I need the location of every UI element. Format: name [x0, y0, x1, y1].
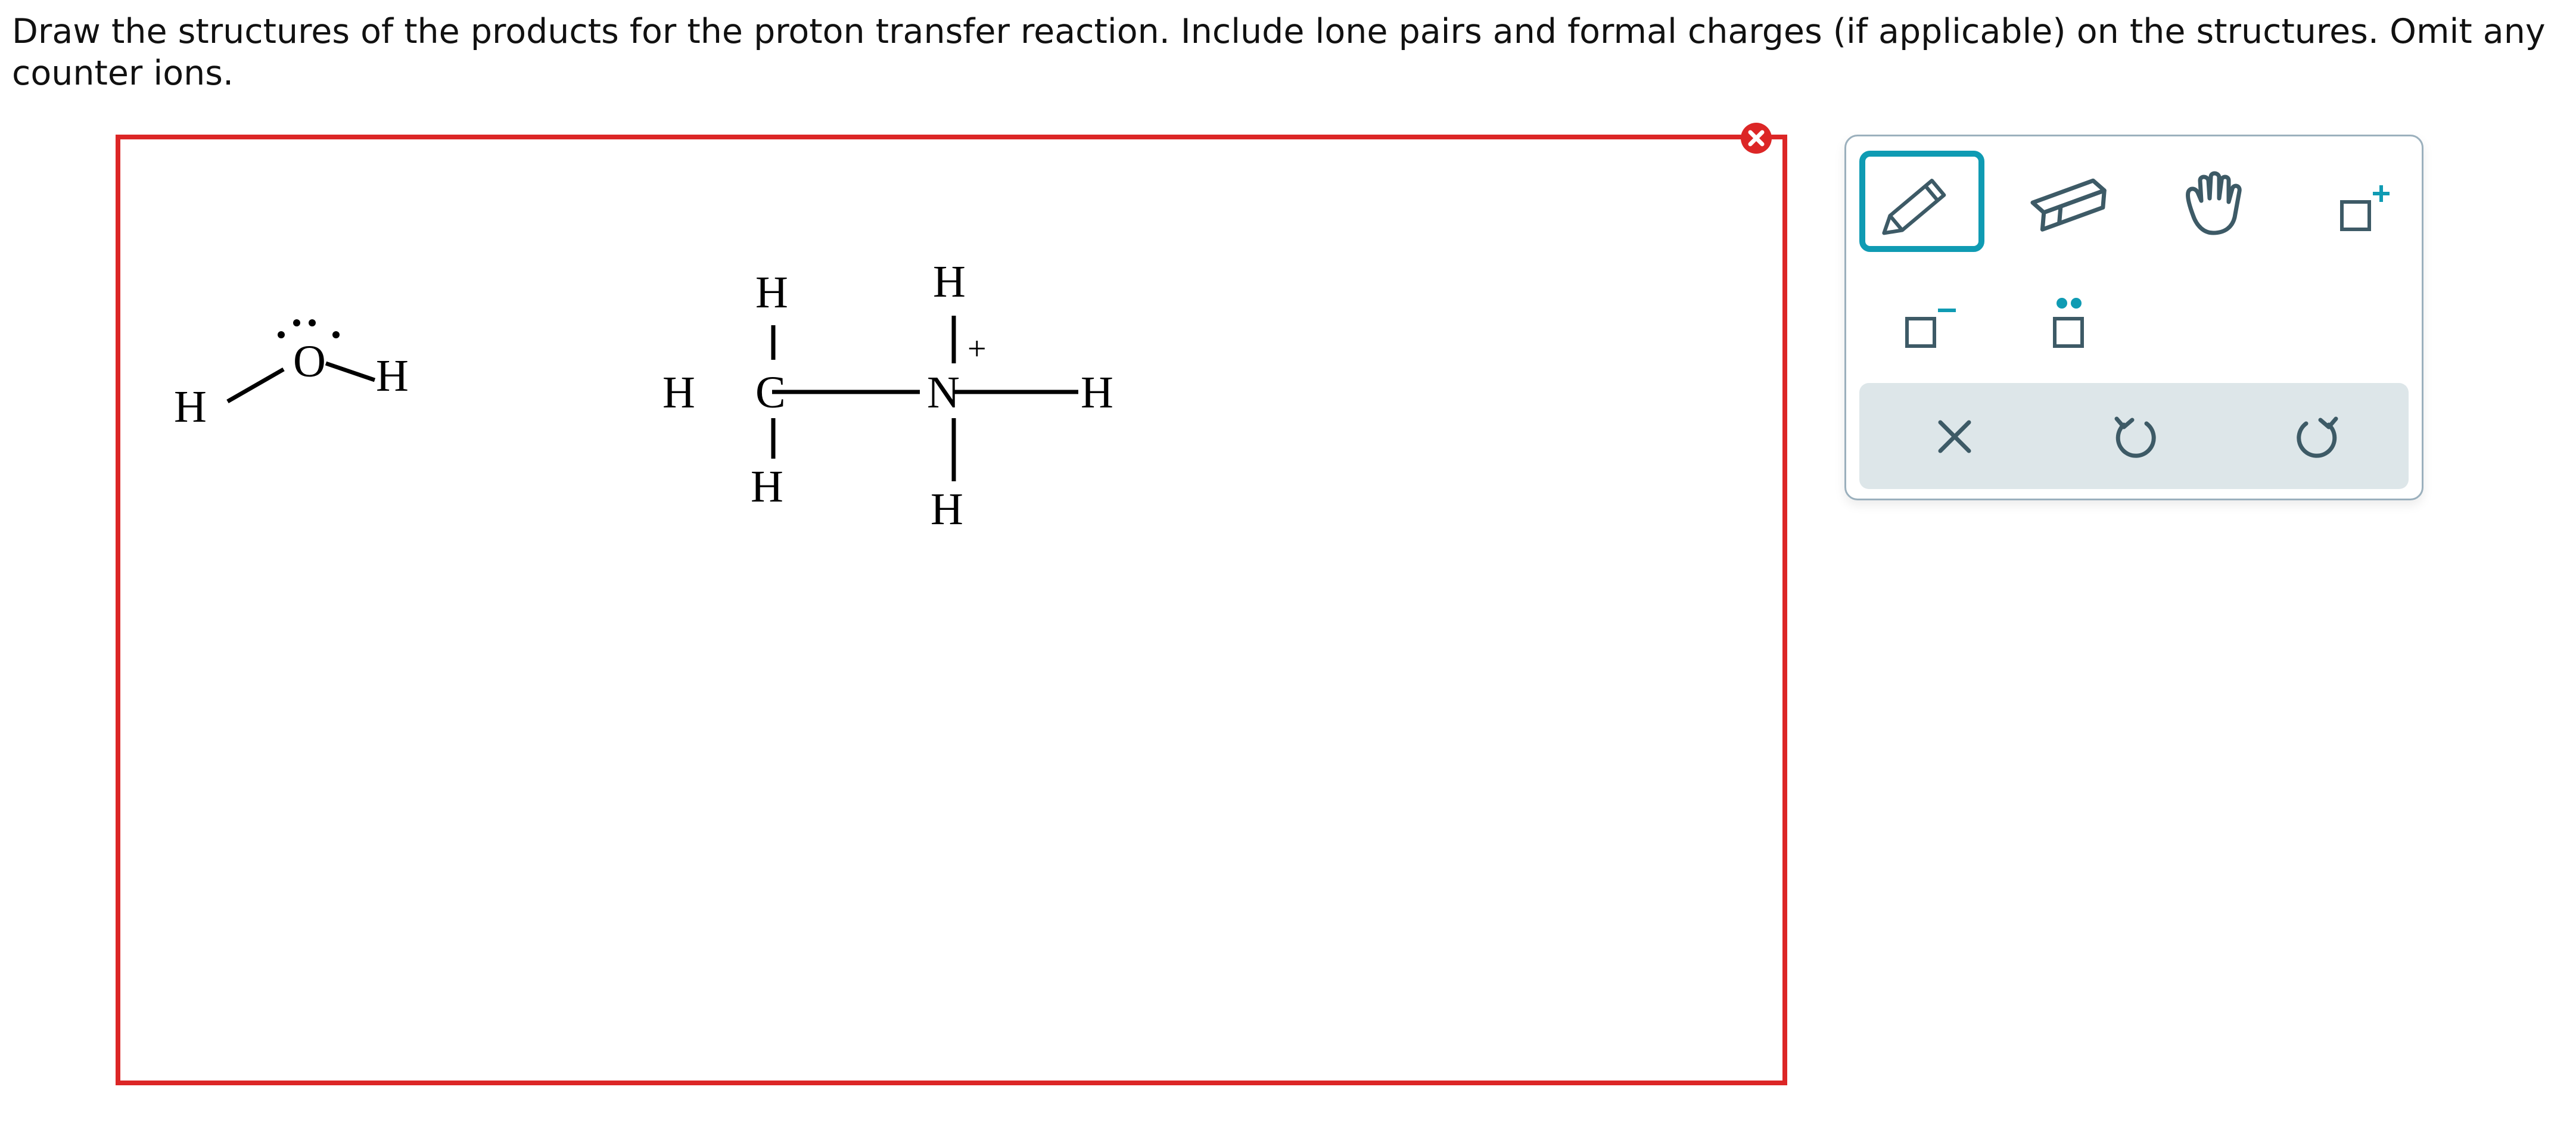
redo-button[interactable] — [2253, 383, 2384, 489]
negative-charge-tool[interactable] — [1859, 267, 1984, 369]
pencil-tool[interactable] — [1859, 151, 1984, 252]
ammonium-h-top: H — [933, 257, 966, 307]
undo-icon — [2114, 416, 2156, 458]
action-bar — [1859, 383, 2409, 489]
methyl-h-left: H — [662, 368, 695, 418]
water-h-left: H — [174, 382, 207, 432]
hand-icon — [2186, 171, 2242, 235]
lone-pair-tool[interactable] — [2007, 267, 2132, 369]
error-badge[interactable] — [1738, 120, 1774, 156]
close-icon — [1741, 123, 1772, 154]
methyl-h-bottom: H — [751, 462, 783, 512]
clear-icon — [1938, 420, 1971, 453]
lone-pair-icon — [2053, 298, 2084, 348]
drawing-toolbar — [1844, 135, 2423, 500]
positive-charge-tool[interactable] — [2294, 151, 2419, 252]
undo-button[interactable] — [2069, 383, 2200, 489]
molecule-drawing: H O H H H C H H N H H + — [174, 257, 1113, 534]
ammonium-h-right: H — [1081, 368, 1113, 418]
hand-tool[interactable] — [2151, 151, 2276, 252]
methylammonium-molecule[interactable]: H H C H H N H H + — [662, 257, 1113, 534]
ammonium-n: N — [927, 368, 960, 418]
water-molecule[interactable]: H O H — [174, 319, 409, 432]
eraser-icon — [2030, 178, 2107, 232]
water-lone-pair-top — [293, 319, 316, 326]
question-prompt: Draw the structures of the products for … — [12, 12, 2546, 93]
formal-charge-plus: + — [967, 331, 987, 368]
water-h-right: H — [376, 351, 409, 401]
water-o: O — [293, 337, 326, 387]
methyl-h-top: H — [755, 267, 788, 317]
methyl-c: C — [755, 368, 786, 418]
pencil-icon — [1882, 179, 1946, 235]
ammonium-h-bottom: H — [931, 484, 963, 534]
eraser-tool[interactable] — [2007, 151, 2132, 252]
negative-charge-icon — [1905, 309, 1956, 348]
redo-icon — [2297, 416, 2338, 458]
positive-charge-icon — [2340, 185, 2390, 231]
clear-button[interactable] — [1889, 383, 2020, 489]
